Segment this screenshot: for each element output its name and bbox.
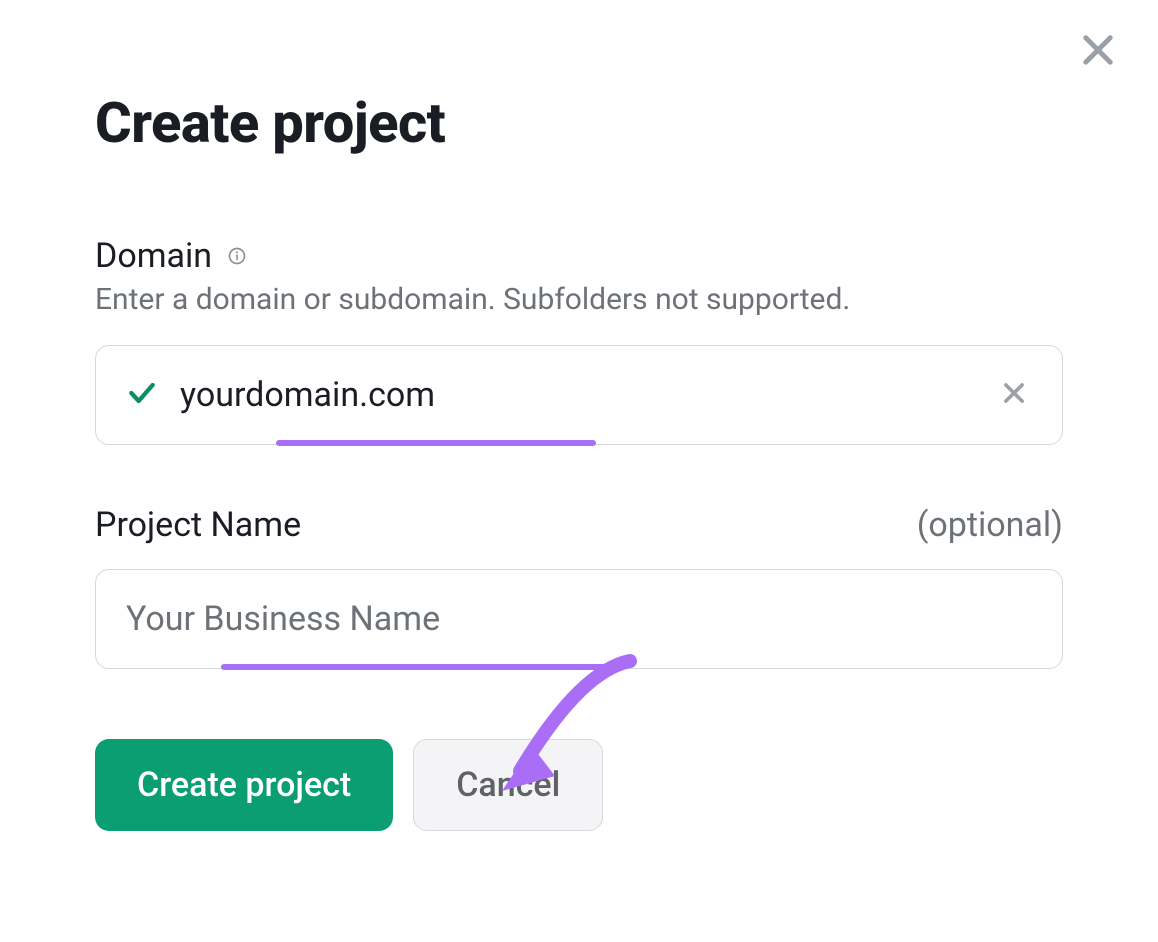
clear-icon[interactable] bbox=[1000, 379, 1032, 411]
cancel-button[interactable]: Cancel bbox=[413, 739, 603, 831]
project-name-label-text: Project Name bbox=[95, 505, 301, 545]
domain-input[interactable] bbox=[180, 375, 1000, 415]
annotation-underline bbox=[221, 664, 616, 670]
close-icon bbox=[1077, 29, 1119, 71]
button-row: Create project Cancel bbox=[95, 739, 1063, 831]
domain-input-wrapper bbox=[95, 345, 1063, 445]
create-project-modal: Create project Domain Enter a domain or … bbox=[0, 0, 1158, 942]
project-name-input[interactable] bbox=[126, 599, 1032, 639]
project-name-input-wrapper bbox=[95, 569, 1063, 669]
checkmark-icon bbox=[126, 377, 162, 413]
info-icon[interactable] bbox=[226, 245, 248, 267]
project-name-field-group: Project Name (optional) bbox=[95, 505, 1063, 669]
create-project-button[interactable]: Create project bbox=[95, 739, 393, 831]
domain-label: Domain bbox=[95, 236, 248, 276]
project-name-label: Project Name bbox=[95, 505, 301, 545]
annotation-underline bbox=[276, 440, 596, 446]
close-button[interactable] bbox=[1073, 25, 1123, 75]
optional-label: (optional) bbox=[917, 505, 1063, 545]
domain-label-text: Domain bbox=[95, 236, 212, 276]
domain-helper-text: Enter a domain or subdomain. Subfolders … bbox=[95, 282, 1063, 317]
domain-field-group: Domain Enter a domain or subdomain. Subf… bbox=[95, 236, 1063, 445]
modal-title: Create project bbox=[95, 90, 1063, 156]
